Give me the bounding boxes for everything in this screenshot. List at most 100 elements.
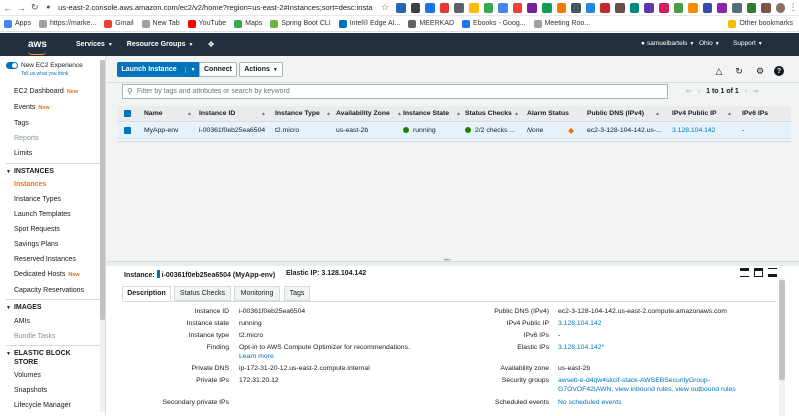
cell-ipv4[interactable]: 3.128.104.142 xyxy=(672,127,715,134)
extension-icon[interactable] xyxy=(571,2,581,13)
maximize-pane-icon[interactable] xyxy=(740,268,749,277)
value-ipv4-public-ip[interactable]: 3.128.104.142 xyxy=(558,320,601,327)
sort-icon[interactable]: ▲ xyxy=(326,111,331,117)
filter-search-input[interactable] xyxy=(136,88,537,95)
bookmark-item[interactable]: https://marke... xyxy=(38,19,96,28)
more-menu-icon[interactable]: ⋮ xyxy=(787,2,799,14)
bookmark-other[interactable]: Other bookmarks xyxy=(728,19,793,28)
extension-icon[interactable] xyxy=(483,2,494,13)
back-icon[interactable]: ← xyxy=(2,2,14,14)
column-header-ipv6[interactable]: IPv6 IPs xyxy=(742,110,768,117)
refresh-icon[interactable]: ↻ xyxy=(734,66,744,76)
select-all-checkbox[interactable] xyxy=(124,110,131,117)
extension-icon[interactable] xyxy=(731,2,742,13)
extension-icon[interactable] xyxy=(761,2,771,13)
sidebar-item-reports[interactable]: Reports xyxy=(14,135,39,142)
extension-icon[interactable] xyxy=(644,2,654,13)
column-header-instance-id[interactable]: Instance ID xyxy=(199,110,235,117)
extension-icon[interactable] xyxy=(468,2,479,13)
bookmark-item[interactable]: Intel® Edge AI... xyxy=(338,19,400,28)
support-menu[interactable]: Support ▼ xyxy=(733,40,763,47)
extension-icon[interactable] xyxy=(556,2,567,13)
column-header-instance-type[interactable]: Instance Type xyxy=(275,110,320,117)
region-menu[interactable]: Ohio ▼ xyxy=(699,40,720,47)
bookmark-item[interactable]: Ebooks - Goog... xyxy=(462,19,526,28)
row-checkbox[interactable] xyxy=(124,127,131,134)
sidebar-item-snapshots[interactable]: Snapshots xyxy=(14,387,47,394)
sort-icon[interactable]: ▲ xyxy=(727,111,732,117)
sort-icon[interactable]: ▲ xyxy=(187,111,192,117)
tab-status-checks[interactable]: Status Checks xyxy=(174,286,231,301)
sidebar-item-events[interactable]: Events New xyxy=(14,104,50,111)
profile-avatar[interactable] xyxy=(775,2,786,13)
extension-icon[interactable] xyxy=(658,2,669,13)
bookmark-item[interactable]: YouTube xyxy=(187,19,226,28)
extension-icon[interactable] xyxy=(439,2,450,13)
sidebar-item-amis[interactable]: AMIs xyxy=(14,318,30,325)
new-experience-feedback-link[interactable]: Tell us what you think xyxy=(21,71,69,77)
extension-icon[interactable] xyxy=(746,2,757,13)
sidebar-item-dedicated-hosts[interactable]: Dedicated Hosts New xyxy=(14,271,80,278)
extension-icon[interactable] xyxy=(585,2,596,13)
bookmark-item[interactable]: Spring Boot CLI xyxy=(270,19,331,28)
bookmark-item[interactable]: Maps xyxy=(234,19,262,28)
services-menu[interactable]: Services ▼ xyxy=(76,41,113,48)
extension-icon[interactable] xyxy=(395,2,406,13)
help-icon[interactable]: ? xyxy=(774,66,784,76)
column-header-name[interactable]: Name xyxy=(144,110,163,117)
sidebar-section-images[interactable]: ▼ IMAGES xyxy=(6,304,42,311)
sort-icon[interactable]: ▲ xyxy=(397,111,402,117)
extension-icon[interactable] xyxy=(542,2,552,13)
detail-scroll-thumb[interactable] xyxy=(779,280,785,380)
extension-icon[interactable] xyxy=(615,2,625,13)
bookmark-item[interactable]: Gmail xyxy=(104,19,134,28)
detail-scrollbar[interactable] xyxy=(779,278,785,416)
forward-icon[interactable]: → xyxy=(16,2,28,14)
extension-icon[interactable] xyxy=(410,2,421,13)
next-page-icon[interactable]: › xyxy=(745,88,747,95)
extension-icon[interactable] xyxy=(702,2,713,13)
sidebar-item-lifecycle-manager[interactable]: Lifecycle Manager xyxy=(14,402,71,409)
minimize-pane-icon[interactable] xyxy=(768,268,777,277)
create-alarm-icon[interactable]: ◆ xyxy=(568,126,574,135)
bookmark-item[interactable]: New Tab xyxy=(141,19,180,28)
pin-icon[interactable]: ❖ xyxy=(207,40,214,49)
value-scheduled-events[interactable]: No scheduled events xyxy=(558,399,621,406)
extension-icon[interactable] xyxy=(600,2,611,13)
sidebar-item-reserved-instances[interactable]: Reserved Instances xyxy=(14,256,76,263)
value-elastic-ips[interactable]: 3.128.104.142* xyxy=(558,344,604,351)
learn-more-link[interactable]: Learn more xyxy=(239,353,274,360)
tab-tags[interactable]: Tags xyxy=(284,286,310,301)
column-header-alarm-status[interactable]: Alarm Status xyxy=(527,110,569,117)
sort-icon[interactable]: ▲ xyxy=(456,111,461,117)
sidebar-item-ec2-dashboard[interactable]: EC2 Dashboard New xyxy=(14,88,78,95)
value-security-group[interactable]: awseb-e-d4qw4skcif-stack-AWSEBSecurityGr… xyxy=(558,377,710,384)
sort-icon[interactable]: ▲ xyxy=(514,111,519,117)
tab-description[interactable]: Description xyxy=(122,286,171,301)
filter-search-box[interactable]: ⚲ xyxy=(122,84,668,99)
table-row[interactable]: MyApp-env i-00361f0eb25ea6504 t2.micro u… xyxy=(118,123,791,139)
settings-gear-icon[interactable]: ⚙ xyxy=(755,66,765,76)
connect-button[interactable]: Connect xyxy=(199,62,237,77)
sidebar-section-instances[interactable]: ▼ INSTANCES xyxy=(6,168,54,175)
reload-icon[interactable]: ↻ xyxy=(29,2,41,14)
sidebar-item-spot-requests[interactable]: Spot Requests xyxy=(14,226,60,233)
extension-icon[interactable] xyxy=(512,2,523,13)
star-icon[interactable]: ☆ xyxy=(379,2,391,14)
resource-groups-menu[interactable]: Resource Groups ▼ xyxy=(127,41,194,48)
bookmark-item[interactable]: MEERKAD xyxy=(408,19,454,28)
flask-icon[interactable]: △ xyxy=(714,66,724,76)
sidebar-item-capacity-reservations[interactable]: Capacity Reservations xyxy=(14,287,84,294)
tab-monitoring[interactable]: Monitoring xyxy=(234,286,280,301)
bookmark-item[interactable]: Meeting Roo... xyxy=(533,19,590,28)
extension-icon[interactable] xyxy=(454,2,464,13)
sidebar-section-ebs[interactable]: ▼ ELASTIC BLOCK xyxy=(6,350,71,357)
column-header-status-checks[interactable]: Status Checks xyxy=(465,110,512,117)
sidebar-scroll-thumb[interactable] xyxy=(100,60,105,320)
actions-button[interactable]: Actions ▼ xyxy=(239,62,283,77)
sidebar-item-instance-types[interactable]: Instance Types xyxy=(14,196,61,203)
extension-icon[interactable] xyxy=(527,2,538,13)
sidebar-item-tags[interactable]: Tags xyxy=(14,120,29,127)
first-page-icon[interactable]: ⇤ xyxy=(686,88,692,95)
split-pane-icon[interactable] xyxy=(754,268,763,277)
